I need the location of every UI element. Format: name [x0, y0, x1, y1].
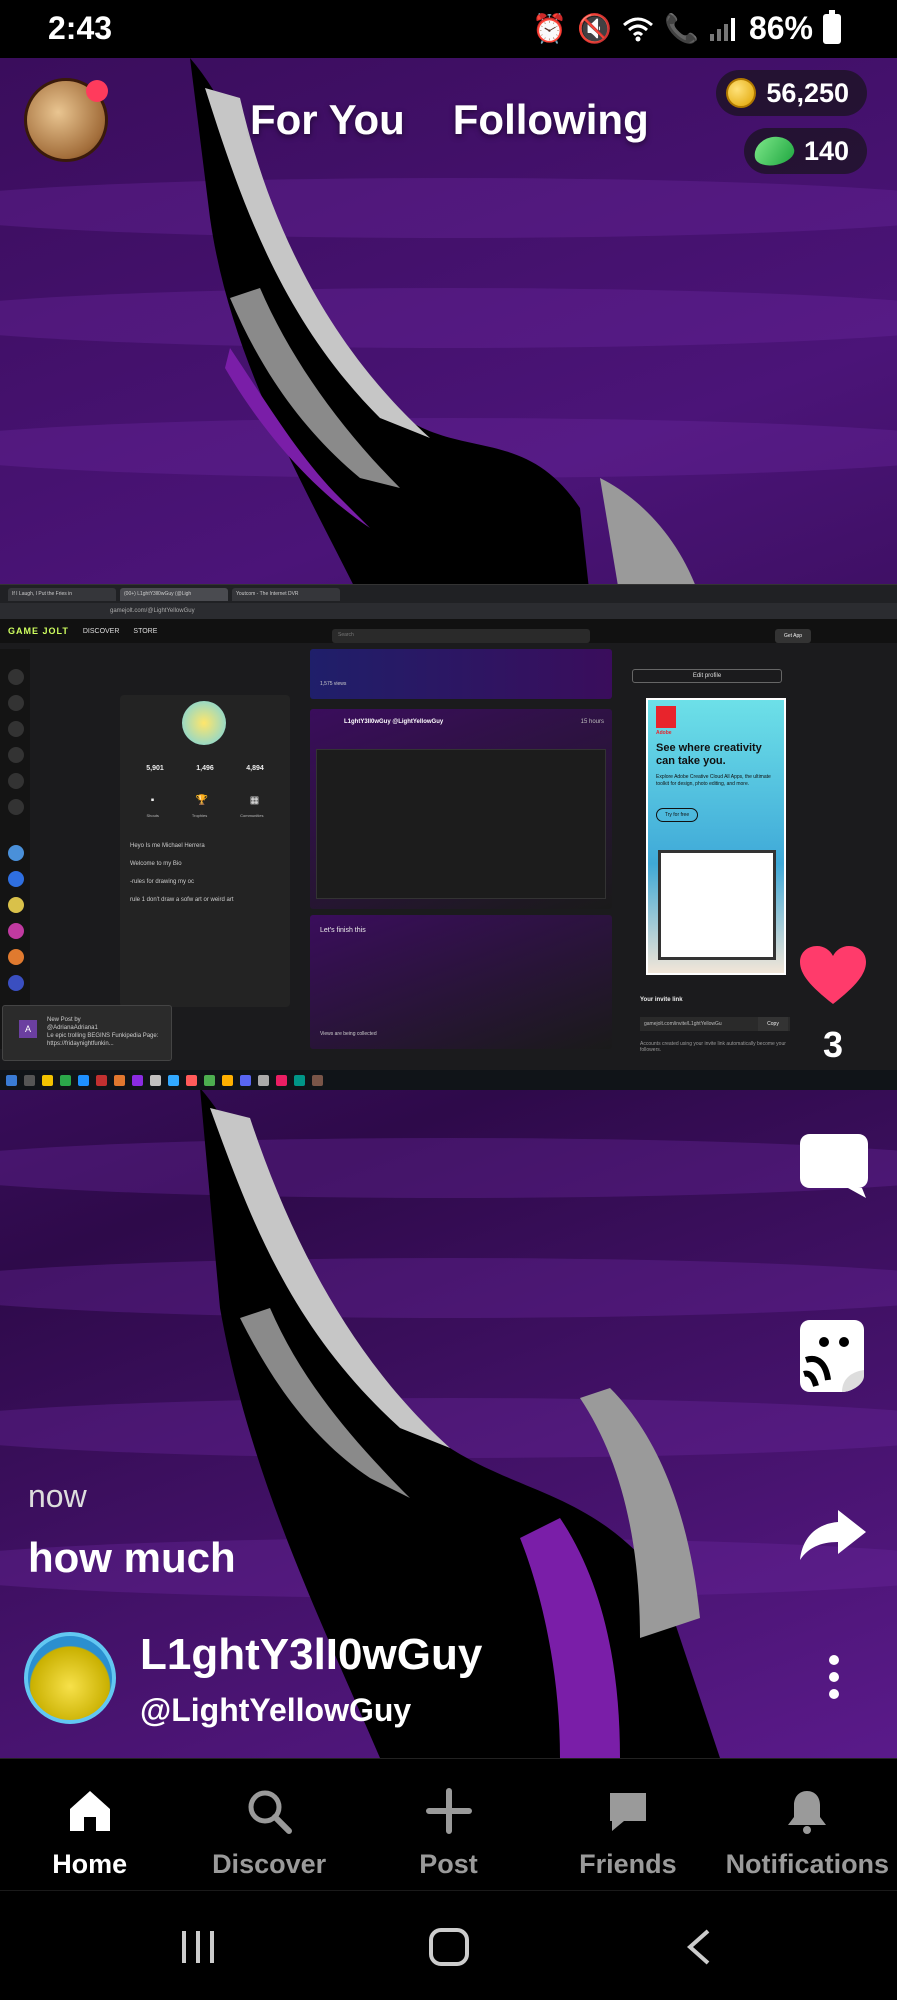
wifi-icon [623, 17, 654, 41]
shouts-icon: ▪ [150, 795, 155, 806]
nav-label: Home [52, 1849, 128, 1879]
post-time: now [28, 1478, 87, 1514]
site-profile-card: 5,901 1,496 4,894 ▪ 🏆 ▦ Shouts Trophies … [120, 695, 290, 1007]
site-profile-bio: Heyo Is me Michael Herrera Welcome to my… [130, 843, 234, 903]
chat-icon [609, 1793, 646, 1831]
system-nav-bar [0, 1890, 897, 2000]
browser-tab: (00+) L1ghtY3ll0wGuy (@Ligh [120, 587, 228, 601]
post-caption: how much [28, 1534, 236, 1581]
coin-count: 56,250 [766, 77, 849, 108]
site-profile-stats: 5,901 1,496 4,894 [146, 765, 264, 772]
tab-following[interactable]: Following [453, 96, 649, 144]
nav-label: Post [419, 1849, 478, 1879]
coin-icon [726, 78, 757, 108]
nav-label: Discover [212, 1849, 327, 1879]
site-profile-sections: ▪ 🏆 ▦ [130, 795, 280, 806]
battery-icon [823, 9, 841, 44]
browser-url: gamejolt.com/@LightYellowGuy [0, 603, 897, 619]
nav-label: Friends [579, 1849, 677, 1879]
trophy-icon: 🏆 [195, 795, 209, 806]
site-profile-avatar [182, 701, 226, 745]
battery-percent: 86% [748, 10, 813, 46]
gem-count: 140 [803, 135, 849, 166]
site-logo: GAME JOLT [8, 626, 69, 636]
site-invite-title: Your invite link [640, 997, 683, 1003]
sticker-icon[interactable] [800, 1320, 864, 1392]
windows-taskbar [0, 1070, 897, 1090]
site-invite-note: Accounts created using your invite link … [640, 1041, 786, 1053]
nav-label: Notifications [725, 1849, 890, 1879]
home-button-icon[interactable] [428, 1927, 470, 1967]
author-avatar[interactable] [24, 1632, 116, 1724]
mute-icon: 🔇 [577, 13, 613, 44]
alarm-icon: ⏰ [532, 13, 568, 44]
nav-notifications[interactable]: Notifications [718, 1759, 897, 1890]
adobe-logo [656, 706, 676, 728]
more-options-icon[interactable] [822, 1654, 846, 1700]
browser-tab: Youtcom - The Internet DVR [232, 587, 340, 601]
signal-icon [709, 17, 735, 41]
author-name[interactable]: L1ghtY3lI0wGuy [140, 1630, 482, 1680]
embedded-screenshot: If I Laugh, I Put the Fries in (00+) L1g… [0, 584, 897, 1090]
like-count: 3 [822, 1024, 844, 1065]
coin-balance[interactable]: 56,250 [716, 70, 867, 116]
nav-discover[interactable]: Discover [179, 1759, 358, 1890]
status-bar: 2:43 ⏰ 🔇 📞 86% [0, 0, 897, 58]
comment-icon[interactable] [800, 1134, 868, 1198]
heart-icon[interactable] [800, 946, 866, 1006]
share-icon[interactable] [800, 1510, 866, 1560]
nav-home[interactable]: Home [0, 1759, 179, 1890]
site-post-feed: 1,575 views L1ghtY3ll0wGuy @LightYellowG… [310, 649, 612, 1049]
search-icon [248, 1790, 293, 1834]
status-icons: ⏰ 🔇 📞 86% [532, 9, 841, 47]
site-sidebar [0, 649, 30, 1049]
nav-friends[interactable]: Friends [538, 1759, 717, 1890]
gem-icon [751, 133, 797, 169]
author-handle[interactable]: @LightYellowGuy [140, 1692, 411, 1729]
site-nav-link: STORE [133, 627, 158, 635]
nav-post[interactable]: Post [359, 1759, 538, 1890]
site-edit-profile: Edit profile [632, 669, 782, 683]
browser-tabbar: If I Laugh, I Put the Fries in (00+) L1g… [0, 585, 897, 603]
site-nav-link: DISCOVER [82, 627, 120, 635]
site-toast: A New Post by @AdrianaAdriana1 Le epic t… [2, 1005, 172, 1061]
home-icon [69, 1791, 110, 1831]
plus-icon [425, 1788, 472, 1834]
site-invite-copy: Copy [758, 1017, 788, 1031]
browser-tab: If I Laugh, I Put the Fries in [8, 587, 116, 601]
tab-for-you[interactable]: For You [250, 96, 405, 144]
wifi-calling-icon: 📞 [664, 13, 699, 44]
site-advert: Adobe See where creativity can take you.… [646, 698, 786, 975]
notification-dot [86, 80, 108, 102]
get-app-button: Get App [775, 629, 811, 643]
site-search: Search [332, 629, 590, 643]
recent-apps-icon[interactable] [178, 1927, 218, 1967]
status-time: 2:43 [48, 10, 113, 46]
communities-icon: ▦ [249, 795, 260, 806]
bell-icon [788, 1791, 827, 1834]
bottom-nav: Home Discover Post Friends Notifications [0, 1758, 897, 1890]
feed-tabs: For You Following [250, 96, 649, 144]
gem-balance[interactable]: 140 [743, 128, 867, 174]
back-icon[interactable] [684, 1927, 714, 1967]
